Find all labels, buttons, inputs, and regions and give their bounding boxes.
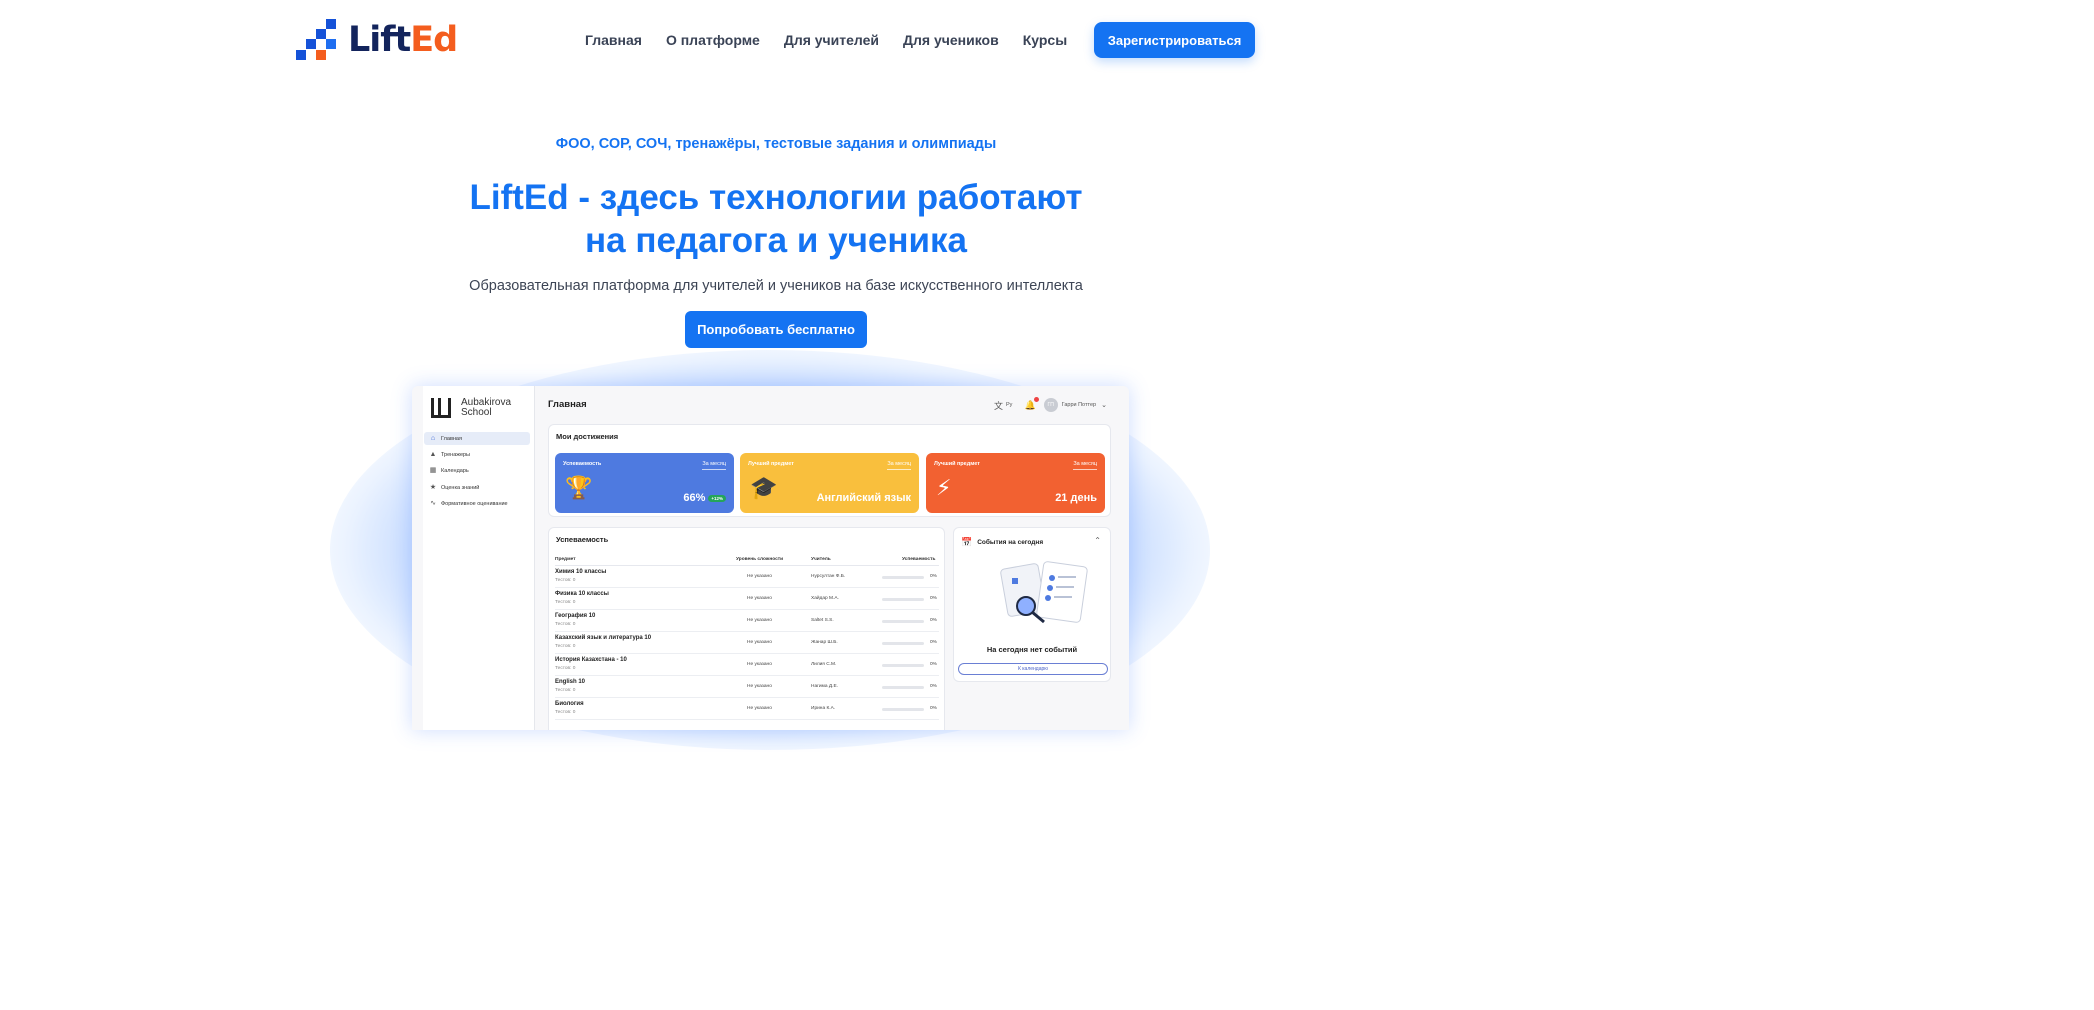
app-preview-screenshot: Aubakirova School ⌂ Главная ▲ Тренажеры … bbox=[412, 386, 1129, 730]
logo-text: LiftEd bbox=[348, 19, 458, 62]
star-icon: ★ bbox=[429, 483, 437, 491]
trophy-icon: 🏆 bbox=[565, 475, 593, 500]
school-name: Aubakirova School bbox=[461, 397, 512, 418]
table-row[interactable]: Казахский язык и литература 10 Тестов: 0… bbox=[555, 632, 939, 654]
no-events-text: На сегодня нет событий bbox=[986, 645, 1078, 654]
graduation-cap-icon: ▲ bbox=[429, 450, 437, 458]
chevron-down-icon[interactable]: ⌄ bbox=[1101, 401, 1107, 409]
lightning-icon: ⚡ bbox=[936, 475, 952, 500]
preview-sidebar-item-trainers[interactable]: ▲ Тренажеры bbox=[424, 448, 530, 461]
avatar[interactable]: ГП bbox=[1043, 398, 1058, 412]
language-label[interactable]: Ру bbox=[1006, 402, 1012, 408]
bell-icon[interactable]: 🔔 bbox=[1024, 396, 1039, 411]
table-row[interactable]: English 10 Тестов: 0 Не указано Нагима Д… bbox=[555, 676, 939, 698]
performance-table-header: Предмет Уровень сложности Учитель Успева… bbox=[555, 556, 939, 566]
table-row[interactable]: География 10 Тестов: 0 Не указано Saltet… bbox=[555, 610, 939, 632]
chart-line-icon: ∿ bbox=[430, 499, 436, 507]
translate-icon[interactable]: 文 bbox=[994, 399, 1003, 412]
preview-sidebar-item-formative[interactable]: ∿ Формативное оценивание bbox=[424, 497, 530, 510]
progress-bar bbox=[882, 686, 924, 689]
achievement-tile-best-subject: Лучший предмет За месяц 🎓 Английский язы… bbox=[740, 453, 919, 513]
main-menu: Главная О платформе Для учителей Для уче… bbox=[585, 31, 1091, 49]
events-header: 📅 События на сегодня bbox=[961, 537, 1043, 548]
achievement-tile-performance: Успеваемость За месяц 🏆 66% +12% bbox=[555, 453, 734, 513]
user-name[interactable]: Гарри Поттер bbox=[1062, 402, 1096, 408]
progress-bar bbox=[882, 598, 924, 601]
logo-text-ed: Ed bbox=[410, 20, 458, 60]
hero-title: LiftEd - здесь технологии работают на пе… bbox=[0, 176, 1552, 262]
lifted-logo[interactable]: LiftEd bbox=[296, 19, 458, 62]
preview-topbar-user: 文 Ру 🔔 ГП Гарри Поттер ⌄ bbox=[994, 396, 1107, 412]
empty-events-illustration bbox=[1000, 561, 1088, 624]
period-select[interactable]: За месяц bbox=[887, 461, 911, 470]
hero-tagline: ФОО, СОР, СОЧ, тренажёры, тестовые задан… bbox=[555, 136, 997, 152]
try-free-button[interactable]: Попробовать бесплатно bbox=[685, 311, 867, 348]
signup-button[interactable]: Зарегистрироваться bbox=[1094, 22, 1255, 58]
preview-sidebar: Aubakirova School ⌂ Главная ▲ Тренажеры … bbox=[423, 386, 535, 730]
menu-item-courses[interactable]: Курсы bbox=[1023, 31, 1067, 49]
progress-bar bbox=[882, 708, 924, 711]
calendar-icon: ▦ bbox=[429, 466, 437, 474]
table-row[interactable]: Физика 10 классы Тестов: 0 Не указано Ха… bbox=[555, 588, 939, 610]
graduation-cap-icon: 🎓 bbox=[750, 475, 778, 500]
progress-bar bbox=[882, 620, 924, 623]
performance-card: Успеваемость Предмет Уровень сложности У… bbox=[548, 527, 945, 730]
school-logo: Aubakirova School bbox=[431, 398, 511, 418]
progress-bar bbox=[882, 664, 924, 667]
progress-bar bbox=[882, 642, 924, 645]
top-navigation: LiftEd Главная О платформе Для учителей … bbox=[0, 0, 1568, 82]
achievement-tile-streak: Лучший предмет За месяц ⚡ 21 день bbox=[926, 453, 1105, 513]
growth-badge: +12% bbox=[708, 494, 726, 502]
hero-subtitle: Образовательная платформа для учителей и… bbox=[469, 278, 1083, 294]
performance-title: Успеваемость bbox=[556, 535, 609, 544]
preview-sidebar-item-home[interactable]: ⌂ Главная bbox=[424, 432, 530, 445]
calendar-icon: 📅 bbox=[961, 537, 973, 547]
logo-mark-icon bbox=[296, 19, 342, 62]
hero-title-line-2: на педагога и ученика bbox=[584, 221, 967, 260]
best-subject-value: Английский язык bbox=[816, 492, 911, 504]
streak-value: 21 день bbox=[1055, 492, 1097, 504]
menu-item-about[interactable]: О платформе bbox=[666, 31, 760, 49]
events-card: 📅 События на сегодня ⌃ На сегодня нет со… bbox=[953, 527, 1111, 682]
school-logo-icon bbox=[431, 398, 451, 418]
events-title: События на сегодня bbox=[977, 539, 1044, 546]
period-select[interactable]: За месяц bbox=[702, 461, 726, 470]
preview-sidebar-item-calendar[interactable]: ▦ Календарь bbox=[424, 464, 530, 477]
home-icon: ⌂ bbox=[430, 434, 436, 442]
table-row[interactable]: Химия 10 классы Тестов: 0 Не указано Нур… bbox=[555, 566, 939, 588]
preview-page-title: Главная bbox=[548, 399, 587, 410]
chevron-up-icon[interactable]: ⌃ bbox=[1094, 536, 1101, 545]
notification-dot bbox=[1033, 396, 1039, 402]
preview-sidebar-item-assessment[interactable]: ★ Оценка знаний bbox=[424, 481, 530, 494]
hero-title-line-1: LiftEd - здесь технологии работают bbox=[469, 178, 1083, 217]
logo-text-lift: Lift bbox=[348, 20, 411, 60]
to-calendar-button[interactable]: К календарю bbox=[958, 663, 1108, 675]
menu-item-students[interactable]: Для учеников bbox=[903, 31, 999, 49]
achievements-title: Мои достижения bbox=[556, 432, 619, 441]
menu-item-teachers[interactable]: Для учителей bbox=[784, 31, 879, 49]
performance-value: 66% +12% bbox=[683, 492, 726, 504]
table-row[interactable]: История Казахстана - 10 Тестов: 0 Не ука… bbox=[555, 654, 939, 676]
achievements-card: Мои достижения Успеваемость За месяц 🏆 6… bbox=[548, 424, 1111, 517]
table-row[interactable]: Биология Тестов: 0 Не указано Ирина К.А.… bbox=[555, 698, 939, 720]
progress-bar bbox=[882, 576, 924, 579]
period-select[interactable]: За месяц bbox=[1073, 461, 1097, 470]
menu-item-home[interactable]: Главная bbox=[585, 31, 642, 49]
